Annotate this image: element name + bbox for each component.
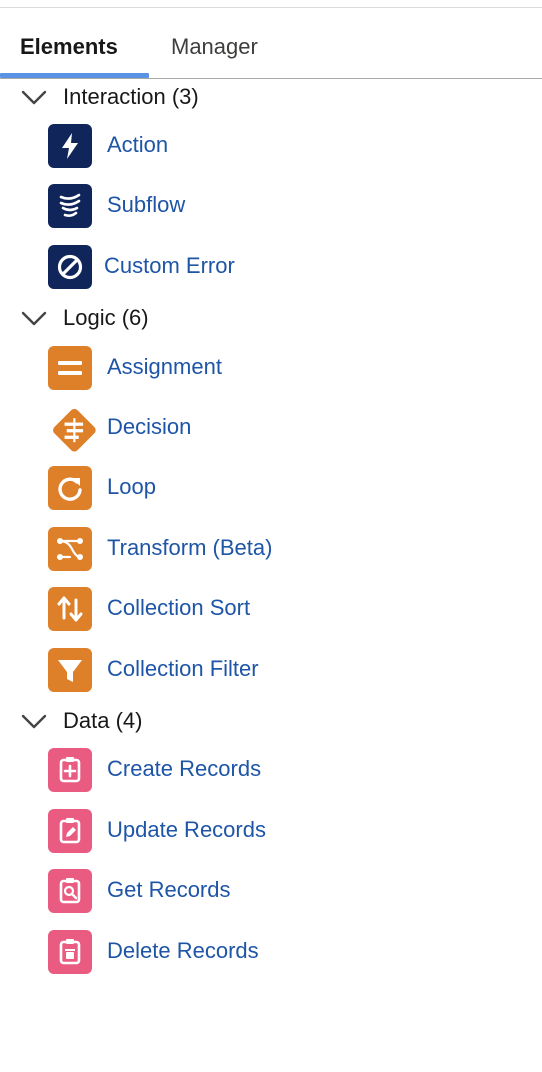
- element-label: Collection Sort: [107, 595, 251, 620]
- element-item-collection-filter[interactable]: Collection Filter: [44, 646, 504, 694]
- element-label: Update Records: [107, 817, 266, 842]
- element-item-update-records[interactable]: Update Records: [44, 807, 504, 855]
- equals-icon: [48, 346, 92, 390]
- element-label: Collection Filter: [107, 656, 259, 681]
- lightning-icon: [48, 124, 92, 168]
- element-label: Action: [107, 132, 169, 157]
- tab-bar: Elements Manager: [0, 8, 542, 79]
- element-item-action[interactable]: Action: [44, 122, 504, 170]
- element-item-delete-records[interactable]: Delete Records: [44, 928, 504, 976]
- transform-icon: [48, 527, 92, 571]
- record-delete-icon: [48, 930, 92, 974]
- tab-manager[interactable]: Manager: [171, 34, 258, 60]
- section-label: Logic (6): [63, 305, 149, 330]
- element-item-subflow[interactable]: Subflow: [44, 182, 504, 230]
- element-label: Create Records: [107, 756, 262, 781]
- active-tab-indicator: [0, 73, 149, 78]
- subflow-icon: [48, 184, 92, 228]
- element-label: Assignment: [107, 354, 222, 379]
- element-item-get-records[interactable]: Get Records: [44, 867, 504, 915]
- element-label: Delete Records: [107, 938, 259, 963]
- record-update-icon: [48, 809, 92, 853]
- element-label: Loop: [107, 474, 156, 499]
- record-lookup-icon: [48, 869, 92, 913]
- sort-arrows-icon: [48, 587, 92, 631]
- element-label: Subflow: [107, 192, 186, 217]
- tab-elements[interactable]: Elements: [20, 34, 118, 60]
- chevron-down-icon: [21, 90, 47, 105]
- element-item-create-records[interactable]: Create Records: [44, 746, 504, 794]
- chevron-down-icon: [21, 311, 47, 326]
- funnel-icon: [48, 648, 92, 692]
- element-item-decision[interactable]: Decision: [44, 404, 504, 452]
- element-item-transform[interactable]: Transform (Beta): [44, 525, 504, 573]
- refresh-icon: [48, 466, 92, 510]
- element-item-assignment[interactable]: Assignment: [44, 344, 504, 392]
- element-label: Custom Error: [104, 253, 235, 278]
- chevron-down-icon: [21, 714, 47, 729]
- section-label: Data (4): [63, 708, 143, 733]
- record-create-icon: [48, 748, 92, 792]
- section-label: Interaction (3): [63, 84, 199, 109]
- prohibited-icon: [48, 245, 92, 289]
- signpost-icon: [48, 406, 96, 452]
- element-item-custom-error[interactable]: Custom Error: [44, 243, 504, 291]
- element-label: Decision: [107, 414, 192, 439]
- element-item-loop[interactable]: Loop: [44, 464, 504, 512]
- element-item-collection-sort[interactable]: Collection Sort: [44, 585, 504, 633]
- element-label: Get Records: [107, 877, 231, 902]
- element-label: Transform (Beta): [107, 535, 273, 560]
